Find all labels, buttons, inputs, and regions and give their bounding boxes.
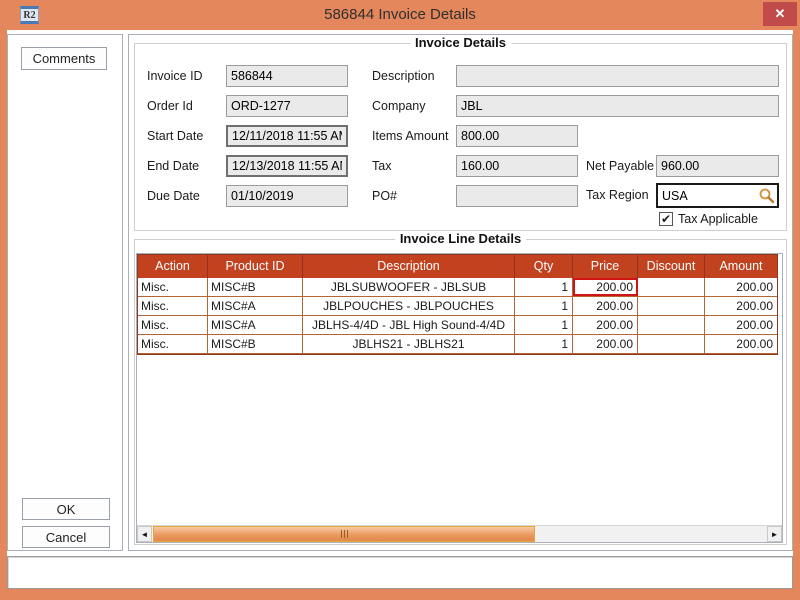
scrollbar-thumb[interactable] [153, 526, 535, 542]
table-row[interactable]: Misc. MISC#B JBLHS21 - JBLHS21 1 200.00 … [138, 335, 777, 354]
table-row[interactable]: Misc. MISC#A JBLPOUCHES - JBLPOUCHES 1 2… [138, 297, 777, 316]
main-panel: Invoice Details Invoice ID Order Id Star… [128, 34, 793, 551]
items-amount-field[interactable] [456, 125, 578, 147]
cell-description[interactable]: JBLPOUCHES - JBLPOUCHES [303, 297, 515, 315]
table-header-row: Action Product ID Description Qty Price … [138, 255, 777, 278]
description-field[interactable] [456, 65, 779, 87]
net-payable-field[interactable] [656, 155, 779, 177]
left-panel: Comments OK Cancel [7, 34, 123, 551]
table-row[interactable]: Misc. MISC#A JBLHS-4/4D - JBL High Sound… [138, 316, 777, 335]
close-icon[interactable]: ✕ [763, 2, 797, 26]
cell-discount[interactable] [638, 297, 705, 315]
cell-qty[interactable]: 1 [515, 316, 573, 334]
cell-price[interactable]: 200.00 [573, 335, 638, 353]
tax-applicable-label: Tax Applicable [678, 212, 758, 226]
order-id-field[interactable] [226, 95, 348, 117]
cell-description[interactable]: JBLSUBWOOFER - JBLSUB [303, 278, 515, 296]
column-header-amount[interactable]: Amount [705, 255, 777, 278]
scrollbar-grip [344, 530, 345, 538]
cell-discount[interactable] [638, 335, 705, 353]
tax-region-label: Tax Region [586, 184, 649, 206]
cell-action[interactable]: Misc. [138, 278, 208, 296]
company-field[interactable] [456, 95, 779, 117]
ok-button[interactable]: OK [22, 498, 110, 520]
cell-amount[interactable]: 200.00 [705, 335, 777, 353]
column-header-qty[interactable]: Qty [515, 255, 573, 278]
tax-region-value: USA [662, 189, 758, 203]
scrollbar-grip [347, 530, 348, 538]
column-header-action[interactable]: Action [138, 255, 208, 278]
description-label: Description [372, 65, 435, 87]
cell-amount[interactable]: 200.00 [705, 316, 777, 334]
tax-region-field[interactable]: USA [656, 183, 779, 208]
title-bar[interactable]: R2 586844 Invoice Details ✕ [0, 0, 800, 30]
cell-amount[interactable]: 200.00 [705, 278, 777, 296]
tax-field[interactable] [456, 155, 578, 177]
cell-discount[interactable] [638, 278, 705, 296]
column-header-price[interactable]: Price [573, 255, 638, 278]
po-number-label: PO# [372, 185, 397, 207]
cell-product-id[interactable]: MISC#A [208, 316, 303, 334]
horizontal-scrollbar[interactable]: ◄ ► [137, 525, 782, 542]
line-items-grid: Action Product ID Description Qty Price … [136, 253, 783, 543]
table-row[interactable]: Misc. MISC#B JBLSUBWOOFER - JBLSUB 1 200… [138, 278, 777, 297]
due-date-field[interactable] [226, 185, 348, 207]
cell-price-selected[interactable]: 200.00 [573, 278, 638, 296]
end-date-label: End Date [147, 155, 199, 177]
column-header-product-id[interactable]: Product ID [208, 255, 303, 278]
start-date-field[interactable] [226, 125, 348, 147]
cell-action[interactable]: Misc. [138, 316, 208, 334]
line-items-table: Action Product ID Description Qty Price … [137, 254, 778, 355]
dialog-body: Comments OK Cancel Invoice Details Invoi… [7, 30, 793, 589]
column-header-discount[interactable]: Discount [638, 255, 705, 278]
items-amount-label: Items Amount [372, 125, 448, 147]
cell-qty[interactable]: 1 [515, 278, 573, 296]
status-message-box [7, 556, 793, 589]
cell-product-id[interactable]: MISC#B [208, 335, 303, 353]
due-date-label: Due Date [147, 185, 200, 207]
cell-price[interactable]: 200.00 [573, 316, 638, 334]
cell-amount[interactable]: 200.00 [705, 297, 777, 315]
cell-description[interactable]: JBLHS-4/4D - JBL High Sound-4/4D [303, 316, 515, 334]
cell-qty[interactable]: 1 [515, 335, 573, 353]
scroll-left-icon[interactable]: ◄ [137, 526, 152, 542]
cell-price[interactable]: 200.00 [573, 297, 638, 315]
cell-qty[interactable]: 1 [515, 297, 573, 315]
window-title: 586844 Invoice Details [0, 0, 800, 30]
tax-label: Tax [372, 155, 391, 177]
invoice-details-group-title: Invoice Details [410, 35, 511, 50]
cell-product-id[interactable]: MISC#A [208, 297, 303, 315]
invoice-line-details-group-title: Invoice Line Details [395, 231, 526, 246]
search-icon[interactable] [758, 187, 775, 204]
column-header-description[interactable]: Description [303, 255, 515, 278]
scroll-right-icon[interactable]: ► [767, 526, 782, 542]
cell-description[interactable]: JBLHS21 - JBLHS21 [303, 335, 515, 353]
cancel-button[interactable]: Cancel [22, 526, 110, 548]
tax-applicable-checkbox[interactable]: ✔ [659, 212, 673, 226]
cell-product-id[interactable]: MISC#B [208, 278, 303, 296]
po-number-field[interactable] [456, 185, 578, 207]
company-label: Company [372, 95, 426, 117]
invoice-line-details-groupbox: Invoice Line Details Action Product ID D… [134, 239, 787, 545]
start-date-label: Start Date [147, 125, 203, 147]
cell-action[interactable]: Misc. [138, 335, 208, 353]
end-date-field[interactable] [226, 155, 348, 177]
invoice-id-field[interactable] [226, 65, 348, 87]
cell-action[interactable]: Misc. [138, 297, 208, 315]
comments-button[interactable]: Comments [21, 47, 107, 70]
cell-discount[interactable] [638, 316, 705, 334]
invoice-details-groupbox: Invoice Details Invoice ID Order Id Star… [134, 43, 787, 231]
scrollbar-grip [341, 530, 342, 538]
invoice-id-label: Invoice ID [147, 65, 203, 87]
net-payable-label: Net Payable [586, 155, 654, 177]
order-id-label: Order Id [147, 95, 193, 117]
